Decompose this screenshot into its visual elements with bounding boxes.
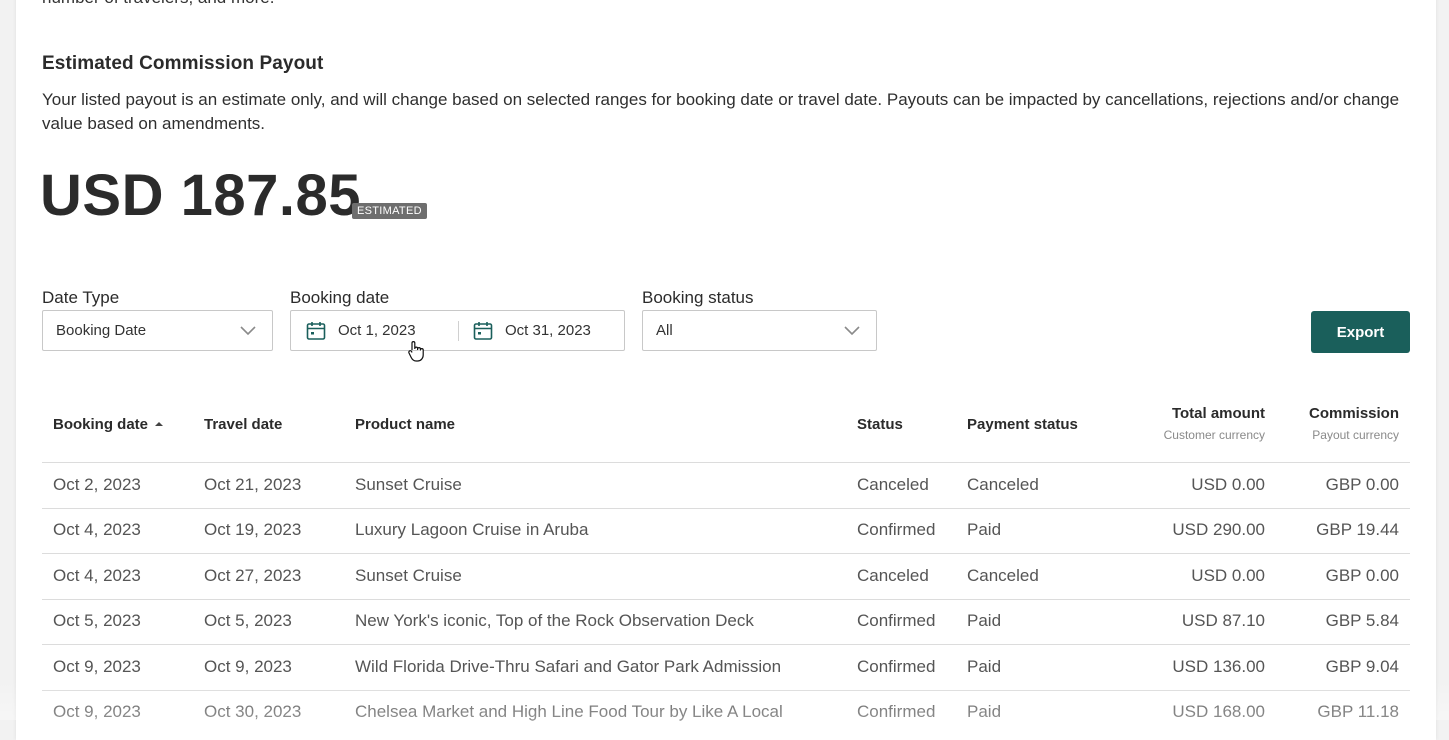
export-button[interactable]: Export	[1311, 311, 1410, 353]
cell-total: USD 168.00	[1172, 702, 1265, 721]
header-status[interactable]: Status	[857, 416, 903, 433]
cell-product: Sunset Cruise	[355, 475, 462, 494]
cell-total: USD 0.00	[1191, 565, 1265, 585]
cell-travel: Oct 21, 2023	[204, 475, 302, 494]
cell-payment: Canceled	[967, 475, 1039, 494]
cell-payment: Paid	[967, 520, 1002, 540]
booking-date-label: Booking date	[290, 288, 390, 307]
table-row[interactable]: Oct 9, 2023 Oct 30, 2023 Chelsea Market an…	[42, 690, 1410, 735]
cell-commission: GBP 0.00	[1325, 475, 1399, 494]
cell-product: Wild Florida Drive-Thru Safari and Gator…	[355, 656, 782, 676]
intro-text: number of travelers, and more.	[42, 0, 274, 8]
cell-booking: Oct 4, 2023	[53, 565, 141, 585]
sort-ascending-icon	[155, 422, 164, 426]
cell-travel: Oct 19, 2023	[204, 520, 302, 540]
cell-total: USD 290.00	[1172, 520, 1265, 540]
table-row[interactable]: Oct 4, 2023 Oct 27, 2023 Sunset Cruise Canc…	[42, 554, 1410, 599]
header-total-amount[interactable]: Total amount	[1100, 405, 1265, 422]
cell-commission: GBP 11.18	[1317, 702, 1399, 721]
payout-description: Your listed payout is an estimate only, …	[42, 90, 1400, 133]
booking-status-value: All	[656, 322, 673, 339]
cell-payment: Paid	[967, 611, 1002, 631]
cell-status: Confirmed	[857, 611, 936, 631]
estimated-badge: ESTIMATED	[352, 203, 427, 219]
cell-commission: GBP 5.84	[1325, 611, 1399, 631]
cell-booking: Oct 5, 2023	[53, 611, 141, 631]
cell-status: Confirmed	[857, 702, 936, 721]
payout-amount: USD 187.85	[40, 163, 361, 228]
calendar-icon	[473, 322, 493, 340]
booking-status-label: Booking status	[642, 288, 754, 307]
cell-product: New York's iconic, Top of the Rock Obser…	[355, 611, 754, 631]
cell-booking: Oct 2, 2023	[53, 475, 141, 494]
header-commission-sub: Payout currency	[1312, 428, 1399, 442]
cell-payment: Canceled	[967, 565, 1039, 585]
header-booking-date-label: Booking date	[53, 416, 149, 433]
hand-cursor-icon	[408, 341, 424, 362]
date-type-select[interactable]: Booking Date	[42, 310, 273, 351]
header-booking-date[interactable]: Booking date	[53, 416, 164, 433]
cell-booking: Oct 9, 2023	[53, 702, 141, 721]
section-title: Estimated Commission Payout	[42, 53, 324, 74]
date-type-label: Date Type	[42, 288, 120, 307]
cell-commission: GBP 19.44	[1316, 520, 1399, 540]
header-total-amount-sub: Customer currency	[1163, 428, 1265, 442]
cell-travel: Oct 9, 2023	[204, 656, 292, 676]
table-row[interactable]: Oct 9, 2023 Oct 9, 2023 Wild Florida Drive…	[42, 645, 1410, 690]
cell-total: USD 0.00	[1191, 475, 1265, 494]
cell-total: USD 87.10	[1181, 611, 1265, 631]
table-row[interactable]: Oct 4, 2023 Oct 19, 2023 Luxury Lagoon Cru…	[42, 508, 1410, 553]
cell-commission: GBP 9.04	[1325, 656, 1399, 676]
booking-date-to[interactable]: Oct 31, 2023	[505, 322, 591, 339]
cell-payment: Paid	[967, 702, 1002, 721]
calendar-icon	[306, 322, 326, 340]
cell-status: Confirmed	[857, 520, 936, 540]
range-divider	[458, 321, 459, 341]
cell-travel: Oct 30, 2023	[204, 702, 302, 721]
date-type-value: Booking Date	[56, 322, 147, 339]
cell-travel: Oct 27, 2023	[204, 565, 302, 585]
table-row[interactable]: Oct 5, 2023 Oct 5, 2023 New York's iconic,…	[42, 599, 1410, 644]
header-payment-status[interactable]: Payment status	[967, 416, 1078, 433]
header-travel-date[interactable]: Travel date	[204, 416, 282, 433]
booking-status-select[interactable]: All	[642, 310, 877, 351]
cell-status: Canceled	[857, 565, 929, 585]
chevron-down-icon	[844, 326, 860, 336]
cell-commission: GBP 0.00	[1325, 565, 1399, 585]
cell-status: Confirmed	[857, 656, 936, 676]
cell-product: Luxury Lagoon Cruise in Aruba	[355, 520, 589, 540]
cell-product: Chelsea Market and High Line Food Tour b…	[355, 702, 783, 721]
cell-booking: Oct 4, 2023	[53, 520, 141, 540]
cell-status: Canceled	[857, 475, 929, 494]
cell-total: USD 136.00	[1172, 656, 1265, 676]
cell-travel: Oct 5, 2023	[204, 611, 292, 631]
table-row[interactable]: Oct 2, 2023 Oct 21, 2023 Sunset Cruise Canc…	[42, 463, 1410, 508]
cell-booking: Oct 9, 2023	[53, 656, 141, 676]
booking-date-range[interactable]: Oct 1, 2023 Oct 31, 2023	[290, 310, 625, 351]
header-product-name[interactable]: Product name	[355, 416, 455, 433]
booking-date-from[interactable]: Oct 1, 2023	[338, 322, 416, 339]
cell-payment: Paid	[967, 656, 1002, 676]
cell-product: Sunset Cruise	[355, 565, 462, 585]
header-commission[interactable]: Commission	[1280, 405, 1399, 422]
chevron-down-icon	[240, 326, 256, 336]
